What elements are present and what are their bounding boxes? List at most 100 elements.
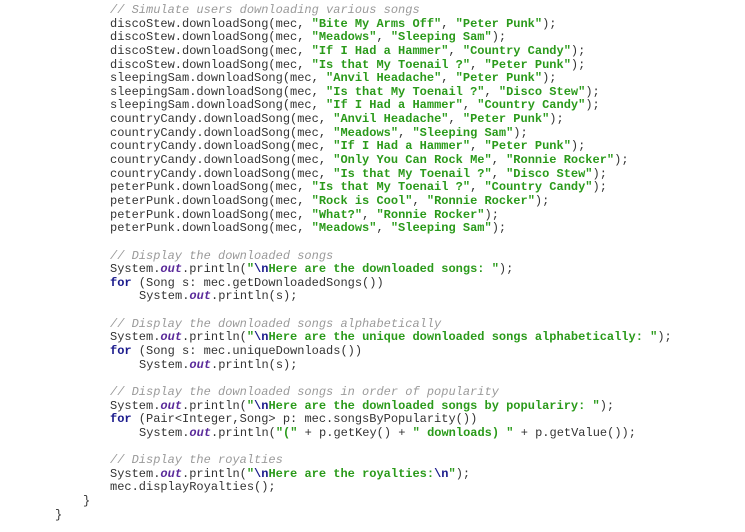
- code-line: // Display the downloaded songs: [0, 249, 672, 264]
- string-literal: "Meadows": [311, 30, 377, 45]
- code-text: + p.getKey() +: [297, 425, 413, 440]
- code-text: );: [592, 166, 607, 181]
- code-line: discoStew.downloadSong(mec, "Meadows", "…: [0, 30, 672, 45]
- static-field: out: [160, 398, 183, 413]
- string-literal: "Peter Punk": [462, 112, 550, 127]
- string-literal: "Ronnie Rocker": [426, 193, 535, 208]
- code-text: );: [513, 125, 528, 140]
- code-text: ,: [470, 139, 485, 154]
- string-literal: "Is that My Toenail ?": [311, 180, 471, 195]
- code-line: for (Pair<Integer,Song> p: mec.songsByPo…: [0, 412, 672, 427]
- code-text: ,: [462, 98, 478, 113]
- string-literal: "Country Candy": [484, 180, 593, 195]
- string-literal: "Peter Punk": [484, 139, 571, 154]
- code-line: // Display the downloaded songs in order…: [0, 384, 672, 400]
- code-comment: // Display the royalties: [110, 453, 283, 468]
- code-text: ,: [448, 43, 463, 58]
- code-text: countryCandy.downloadSong(mec,: [110, 153, 334, 168]
- code-text: discoStew.downloadSong(mec,: [110, 16, 312, 31]
- code-line: mec.displayRoyalties();: [0, 481, 672, 495]
- string-literal: "Is that My Toenail ?": [311, 57, 471, 72]
- code-text: System.: [110, 466, 161, 481]
- static-field: out: [189, 425, 212, 440]
- code-text: ,: [362, 207, 377, 222]
- code-text: peterPunk.downloadSong(mec,: [110, 221, 312, 236]
- code-text: .println(: [182, 330, 247, 345]
- string-literal: ": [246, 398, 255, 413]
- code-text: discoStew.downloadSong(mec,: [110, 57, 312, 72]
- code-line: sleepingSam.downloadSong(mec, "Is that M…: [0, 84, 672, 100]
- escape-sequence: \n: [434, 466, 449, 481]
- code-line: countryCandy.downloadSong(mec, "If I Had…: [0, 140, 672, 154]
- string-literal: "Country Candy": [462, 43, 571, 58]
- code-text: .println(s);: [211, 357, 298, 372]
- static-field: out: [160, 262, 183, 277]
- string-literal: "Only You Can Rock Me": [333, 153, 492, 168]
- code-text: );: [614, 153, 629, 168]
- code-text: );: [657, 330, 672, 345]
- code-text: );: [534, 193, 550, 208]
- string-literal: ": [448, 466, 456, 481]
- code-text: );: [542, 71, 557, 86]
- code-text: ,: [376, 30, 391, 45]
- code-line: // Display the royalties: [0, 453, 672, 468]
- code-text: System.: [139, 289, 190, 304]
- code-line: countryCandy.downloadSong(mec, "Is that …: [0, 166, 672, 182]
- escape-sequence: \n: [254, 262, 269, 277]
- code-text: );: [570, 139, 586, 154]
- string-literal: "If I Had a Hammer": [333, 139, 471, 154]
- static-field: out: [189, 357, 212, 372]
- code-text: );: [549, 112, 564, 127]
- code-text: .println(: [182, 398, 247, 413]
- code-text: );: [498, 262, 514, 277]
- code-text: );: [599, 398, 615, 413]
- code-text: }: [55, 507, 63, 522]
- string-literal: ": [246, 330, 255, 345]
- code-text: countryCandy.downloadSong(mec,: [110, 166, 334, 181]
- code-text: + p.getValue());: [513, 425, 636, 440]
- code-line: }: [0, 494, 672, 509]
- string-literal: "Is that My Toenail ?": [333, 166, 492, 181]
- code-text: System.: [139, 357, 190, 372]
- string-literal: "Rock is Cool": [311, 193, 413, 208]
- escape-sequence: \n: [254, 466, 269, 481]
- string-literal: "(": [275, 425, 298, 440]
- code-text: countryCandy.downloadSong(mec,: [110, 112, 334, 127]
- string-literal: "Anvil Headache": [333, 112, 449, 127]
- string-literal: ": [246, 466, 255, 481]
- code-text: ,: [484, 84, 499, 99]
- string-literal: "Country Candy": [477, 98, 586, 113]
- code-line: peterPunk.downloadSong(mec, "What?", "Ro…: [0, 207, 672, 223]
- escape-sequence: \n: [254, 398, 269, 413]
- string-literal: Here are the downloaded songs: ": [268, 262, 499, 277]
- code-line: for (Song s: mec.uniqueDownloads()): [0, 344, 672, 359]
- static-field: out: [189, 289, 212, 304]
- code-editor[interactable]: // Simulate users downloading various so…: [0, 3, 672, 523]
- code-line: sleepingSam.downloadSong(mec, "If I Had …: [0, 99, 672, 113]
- code-text: System.: [110, 330, 161, 345]
- code-text: );: [455, 466, 471, 481]
- string-literal: "What?": [311, 207, 363, 222]
- code-text: ,: [491, 166, 507, 181]
- code-comment: // Display the downloaded songs in order…: [110, 384, 499, 399]
- code-text: (Song s: mec.getDownloadedSongs()): [131, 275, 384, 290]
- code-text: ,: [441, 71, 456, 86]
- code-text: );: [592, 180, 607, 195]
- string-literal: "Anvil Headache": [326, 71, 442, 86]
- code-line: }: [0, 507, 672, 523]
- escape-sequence: \n: [254, 330, 269, 345]
- string-literal: "Meadows": [333, 125, 399, 140]
- code-text: ,: [412, 193, 427, 208]
- code-text: .println(: [211, 425, 276, 440]
- code-line: peterPunk.downloadSong(mec, "Meadows", "…: [0, 221, 672, 236]
- code-text: .println(: [182, 262, 247, 277]
- code-text: discoStew.downloadSong(mec,: [110, 43, 312, 58]
- string-literal: "Sleeping Sam": [390, 30, 492, 45]
- code-line: // Display the downloaded songs alphabet…: [0, 317, 672, 332]
- static-field: out: [160, 466, 183, 481]
- code-line: discoStew.downloadSong(mec, "If I Had a …: [0, 43, 672, 59]
- string-literal: ": [246, 262, 255, 277]
